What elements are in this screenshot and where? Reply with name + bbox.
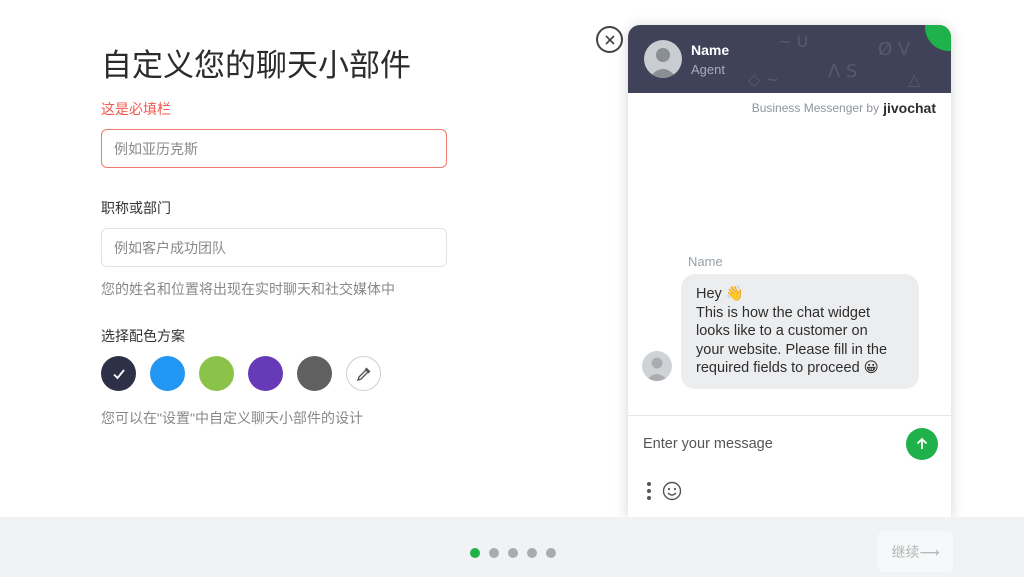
svg-text:△: △ [908,70,921,89]
color-picker-button[interactable] [346,356,381,391]
more-options-icon[interactable] [646,481,652,501]
swatch-purple[interactable] [248,356,283,391]
message-line: required fields to proceed 😀 [696,360,879,376]
footer-bar [0,517,1024,577]
message-input[interactable] [643,433,903,455]
swatch-gray[interactable] [297,356,332,391]
swatch-green[interactable] [199,356,234,391]
page-dot-1[interactable] [470,548,480,558]
color-swatches [101,356,381,391]
composer-divider [628,415,951,416]
name-hint: 您的姓名和位置将出现在实时聊天和社交媒体中 [101,281,395,297]
dept-label: 职称或部门 [101,200,171,216]
message-line: your website. Please fill in the [696,341,888,358]
svg-text:Ʌ S: Ʌ S [828,61,857,82]
powered-by: Business Messenger by jivochat [752,100,936,116]
message-line: Hey 👋 [696,286,744,302]
svg-text:◇ ~: ◇ ~ [748,70,779,89]
agent-avatar [644,40,682,78]
arrow-up-icon [916,437,928,449]
eyedropper-icon [356,367,370,381]
agent-name: Name [691,42,730,58]
emoji-icon[interactable] [662,481,682,501]
page-dot-3[interactable] [508,548,518,558]
continue-button[interactable]: 继续⟶ [878,531,953,572]
close-button[interactable] [596,26,623,53]
agent-role: Agent [691,62,725,77]
svg-text:Ø V: Ø V [878,39,911,60]
powered-by-text: Business Messenger by [751,101,880,115]
close-icon [604,34,615,45]
message-sender-name: Name [688,254,723,269]
message-bubble: Hey 👋 This is how the chat widget looks … [681,274,919,389]
page-dot-5[interactable] [546,548,556,558]
settings-hint: 您可以在"设置"中自定义聊天小部件的设计 [101,410,363,426]
checkmark-icon [112,368,125,379]
send-button[interactable] [906,428,938,460]
page-title: 自定义您的聊天小部件 [101,48,411,83]
message-line: looks like to a customer on [696,323,868,339]
svg-text:~ U: ~ U [778,32,808,51]
dept-input[interactable] [101,228,447,267]
page-dot-4[interactable] [527,548,537,558]
swatch-dark-navy[interactable] [101,356,136,391]
chat-widget-preview: ~ U Ʌ S Ø V ◇ ~ △ Name Agent Business Me… [628,25,951,517]
sender-avatar [642,351,672,381]
required-field-error: 这是必填栏 [101,101,171,117]
name-input[interactable] [101,129,447,168]
swatch-blue[interactable] [150,356,185,391]
jivochat-logo: jivochat [883,100,936,116]
widget-header: ~ U Ʌ S Ø V ◇ ~ △ Name Agent [628,25,951,93]
message-line: This is how the chat widget [696,304,871,321]
page-dot-2[interactable] [489,548,499,558]
scheme-label: 选择配色方案 [101,328,185,344]
pagination-dots [470,548,556,558]
